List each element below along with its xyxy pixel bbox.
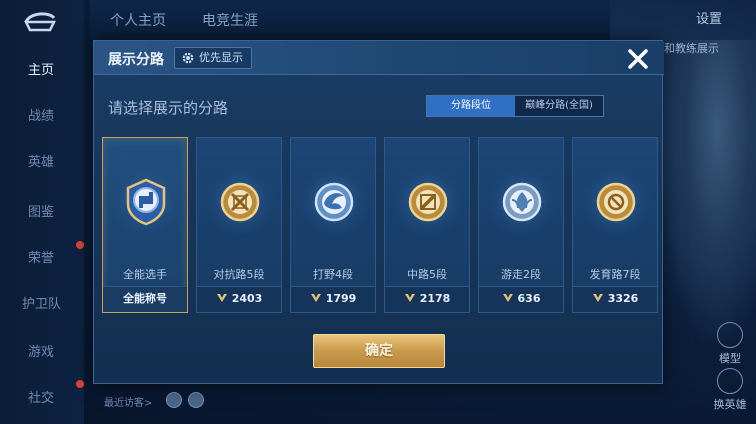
- peak-score-icon: [592, 294, 603, 302]
- change-hero-icon: [717, 368, 743, 394]
- lane-card-clash[interactable]: 对抗路5段 2403: [196, 137, 282, 313]
- roam-emblem-icon: [502, 182, 542, 222]
- lane-card-score-value: 2178: [419, 292, 451, 305]
- hero-artwork: [660, 40, 756, 340]
- close-icon[interactable]: [624, 45, 652, 73]
- rank-type-toggle: 分路段位 巅峰分路(全国): [426, 95, 604, 117]
- lane-card-score: 636: [479, 286, 563, 312]
- left-nav: 主页 战绩 英雄 图鉴 荣誉 护卫队 游戏 社交: [0, 0, 84, 424]
- lane-card-roam[interactable]: 游走2段 636: [478, 137, 564, 313]
- lane-card-score-value: 2403: [231, 292, 263, 305]
- lane-card-role: 对抗路5段: [213, 268, 265, 281]
- jungle-emblem-icon: [314, 182, 354, 222]
- lane-card-score: 3326: [573, 286, 657, 312]
- lane-card-score: 2178: [385, 286, 469, 312]
- all-round-emblem-icon: [126, 178, 166, 226]
- tab-peak-lane-national[interactable]: 巅峰分路(全国): [515, 96, 603, 116]
- priority-display-label: 优先显示: [199, 51, 243, 64]
- farm-lane-emblem-icon: [596, 182, 636, 222]
- lane-card-score-value: 全能称号: [123, 292, 167, 305]
- lane-card-mid[interactable]: 中路5段 2178: [384, 137, 470, 313]
- dialog-header: 展示分路 优先显示: [94, 41, 664, 75]
- coach-display-link[interactable]: 和教练展示: [664, 40, 719, 56]
- nav-item-home[interactable]: 主页: [0, 56, 84, 86]
- lane-card-role: 中路5段: [407, 268, 447, 281]
- peak-score-icon: [502, 294, 513, 302]
- model-label: 模型: [719, 352, 741, 365]
- nav-item-honor[interactable]: 荣誉: [0, 244, 84, 274]
- peak-score-icon: [404, 294, 415, 302]
- lane-card-jungle[interactable]: 打野4段 1799: [290, 137, 376, 313]
- lane-card-role: 全能选手: [123, 268, 167, 281]
- lane-card-role: 打野4段: [313, 268, 353, 281]
- mid-lane-emblem-icon: [408, 182, 448, 222]
- lane-card-all-round[interactable]: 全能选手 全能称号: [102, 137, 188, 313]
- model-icon: [717, 322, 743, 348]
- tab-lane-rank[interactable]: 分路段位: [427, 96, 515, 116]
- settings-button[interactable]: 设置: [696, 8, 722, 27]
- peak-score-icon: [216, 294, 227, 302]
- lane-card-score: 全能称号: [103, 286, 187, 312]
- priority-display-button[interactable]: 优先显示: [174, 47, 252, 69]
- back-icon[interactable]: [20, 8, 60, 36]
- lane-card-role: 发育路7段: [589, 268, 641, 281]
- nav-item-codex[interactable]: 图鉴: [0, 198, 84, 228]
- lane-card-score: 2403: [197, 286, 281, 312]
- gear-icon: [182, 52, 194, 64]
- top-right-bar: 设置: [600, 0, 756, 40]
- lane-cards: 全能选手 全能称号 对抗路5段 2403 打野4段 1799 中路5段 2178…: [102, 137, 658, 317]
- lane-card-farm[interactable]: 发育路7段 3326: [572, 137, 658, 313]
- nav-item-record[interactable]: 战绩: [0, 102, 84, 132]
- peak-score-icon: [310, 294, 321, 302]
- lane-display-dialog: 展示分路 优先显示 请选择展示的分路 分路段位 巅峰分路(全国) 全能选手 全能…: [93, 40, 664, 384]
- nav-item-heroes[interactable]: 英雄: [0, 148, 84, 178]
- dialog-title: 展示分路: [108, 52, 164, 68]
- tab-profile[interactable]: 个人主页: [110, 10, 166, 30]
- top-tabs: 个人主页 电竞生涯: [90, 0, 610, 40]
- lane-card-score: 1799: [291, 286, 375, 312]
- select-lane-prompt: 请选择展示的分路: [108, 99, 229, 117]
- confirm-button[interactable]: 确定: [313, 334, 445, 368]
- model-button[interactable]: 模型: [708, 322, 752, 366]
- change-hero-label: 换英雄: [713, 398, 747, 411]
- avatar[interactable]: [188, 392, 204, 408]
- nav-item-game[interactable]: 游戏: [0, 338, 84, 368]
- tab-esports[interactable]: 电竞生涯: [202, 10, 258, 30]
- lane-card-role: 游走2段: [501, 268, 541, 281]
- avatar[interactable]: [166, 392, 182, 408]
- clash-lane-emblem-icon: [220, 182, 260, 222]
- nav-item-guard[interactable]: 护卫队: [0, 290, 84, 320]
- lane-card-score-value: 3326: [607, 292, 639, 305]
- nav-item-social[interactable]: 社交: [0, 384, 84, 414]
- lane-card-score-value: 636: [517, 292, 541, 305]
- change-hero-button[interactable]: 换英雄: [708, 368, 752, 412]
- recent-visitors-label[interactable]: 最近访客>: [104, 394, 152, 409]
- lane-card-score-value: 1799: [325, 292, 357, 305]
